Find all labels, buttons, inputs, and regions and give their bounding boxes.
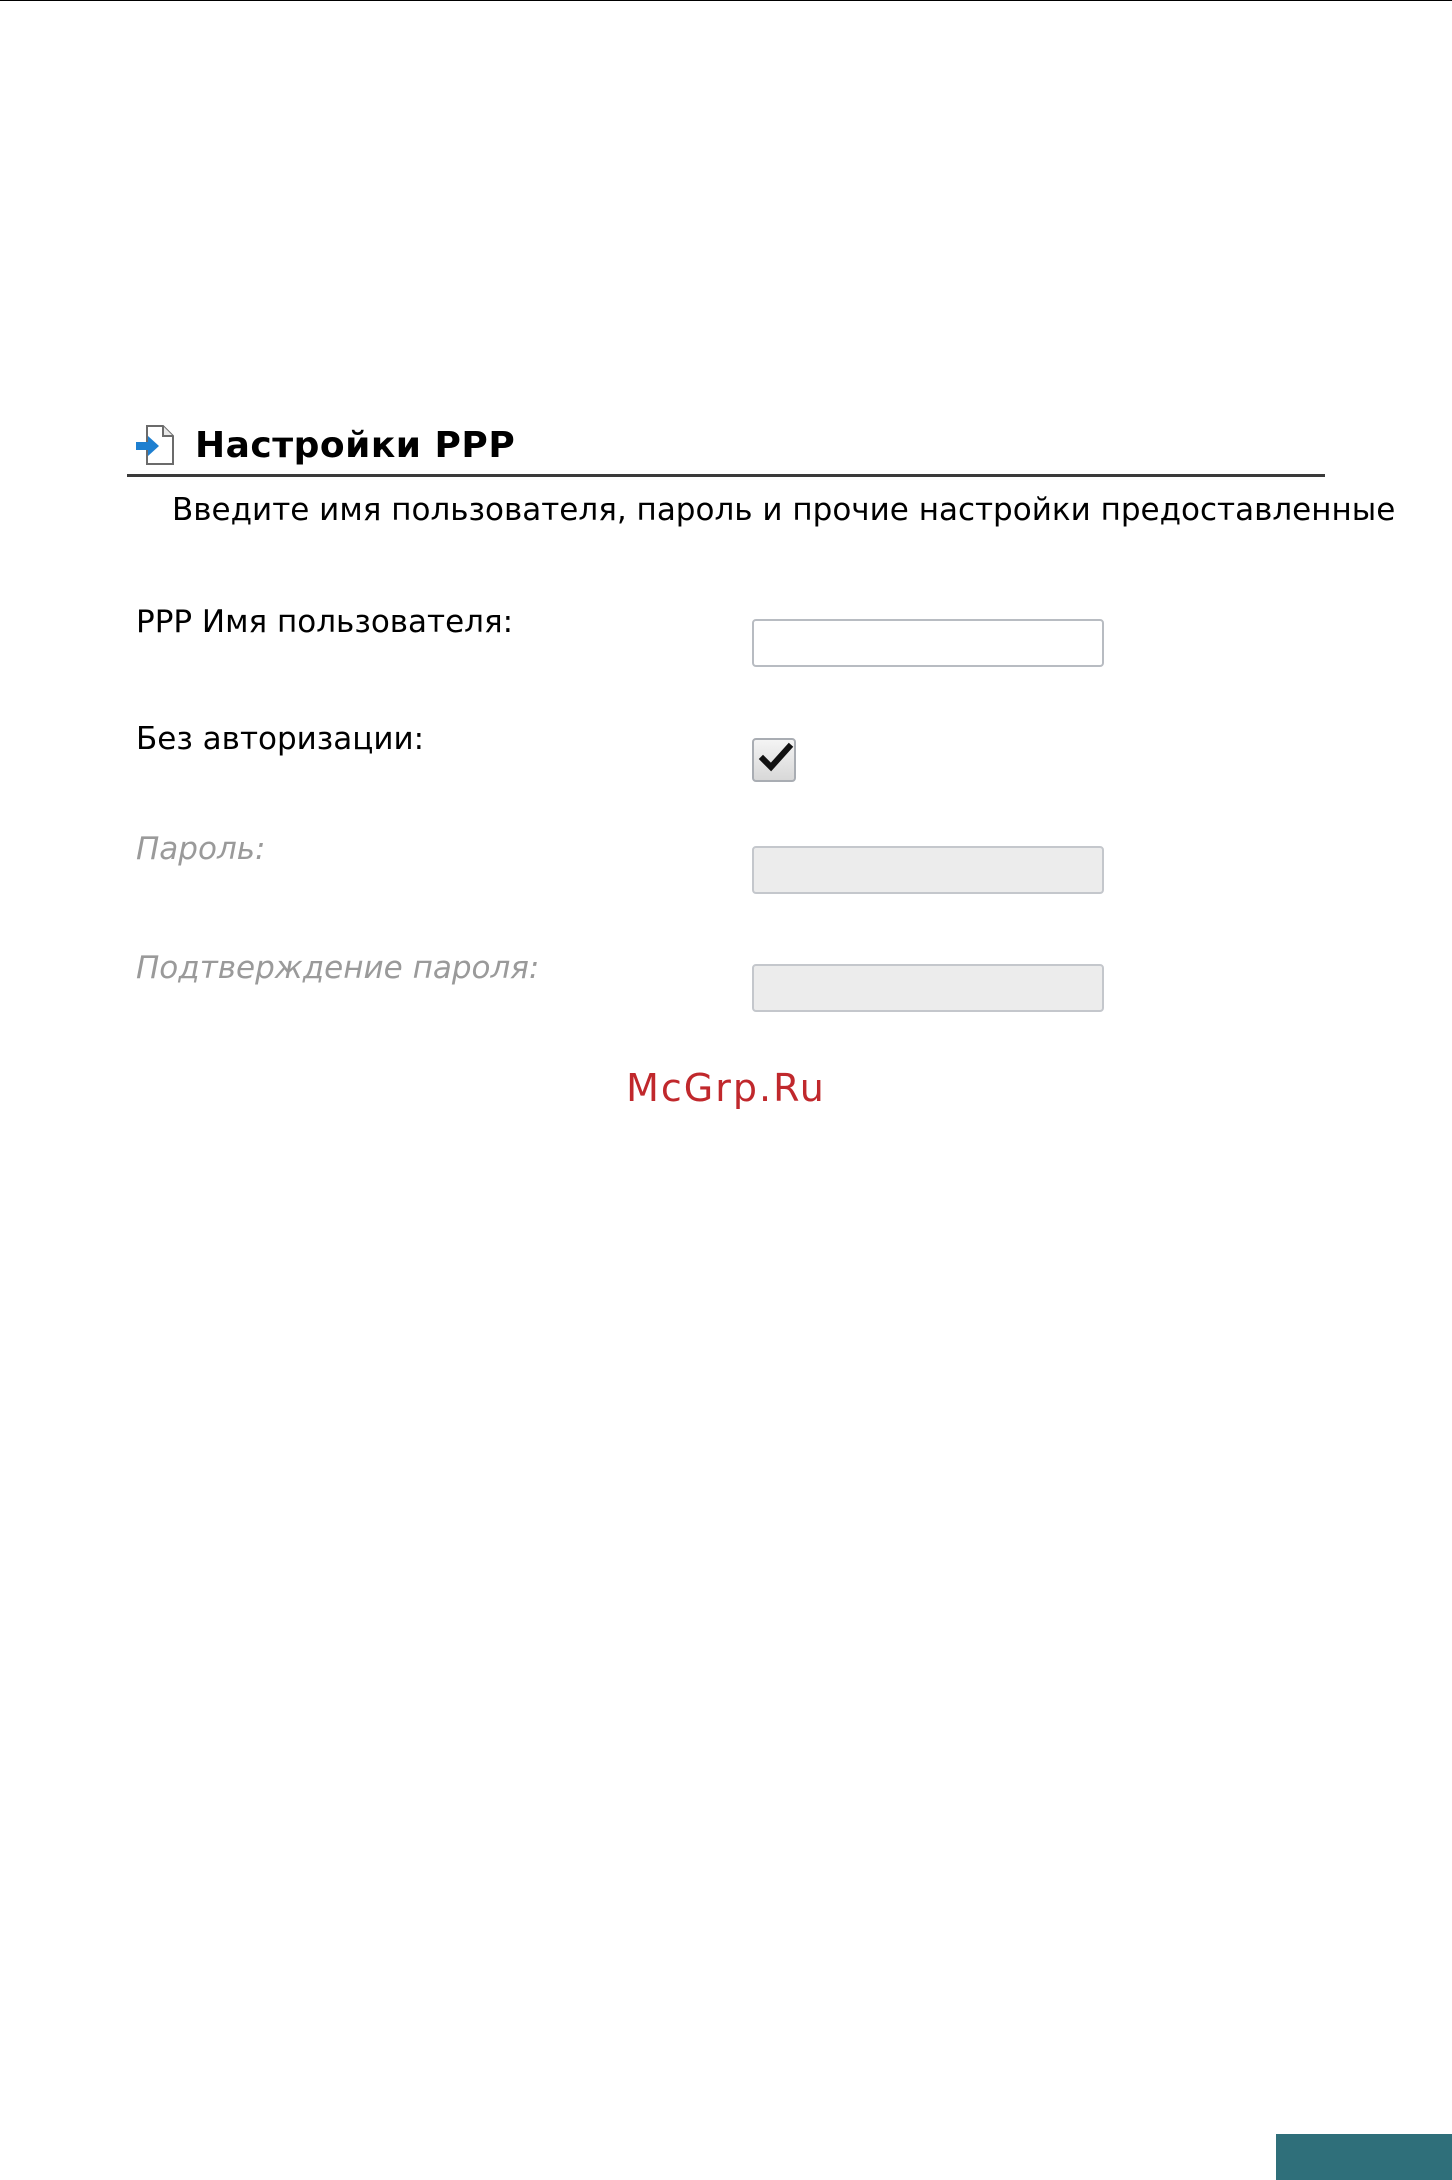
no-auth-checkbox[interactable] — [752, 738, 796, 782]
password-label: Пароль: — [136, 831, 266, 867]
manual-page: Настройки PPP Введите имя пользователя, … — [0, 0, 1452, 2180]
document-arrow-icon — [136, 425, 174, 465]
page-corner-tab — [1276, 2134, 1452, 2180]
username-input[interactable] — [752, 619, 1104, 667]
section-header: Настройки PPP — [133, 420, 515, 470]
checkmark-icon — [758, 742, 794, 772]
password-confirm-label: Подтверждение пароля: — [136, 950, 540, 986]
section-divider — [127, 474, 1325, 477]
no-auth-label: Без авторизации: — [136, 721, 425, 757]
watermark: McGrp.Ru — [626, 1066, 826, 1110]
password-input[interactable] — [752, 846, 1104, 894]
section-intro: Введите имя пользователя, пароль и прочи… — [172, 492, 1396, 528]
top-rule — [0, 0, 1452, 1]
password-confirm-input[interactable] — [752, 964, 1104, 1012]
section-title: Настройки PPP — [195, 424, 516, 466]
username-label: PPP Имя пользователя: — [136, 604, 514, 640]
